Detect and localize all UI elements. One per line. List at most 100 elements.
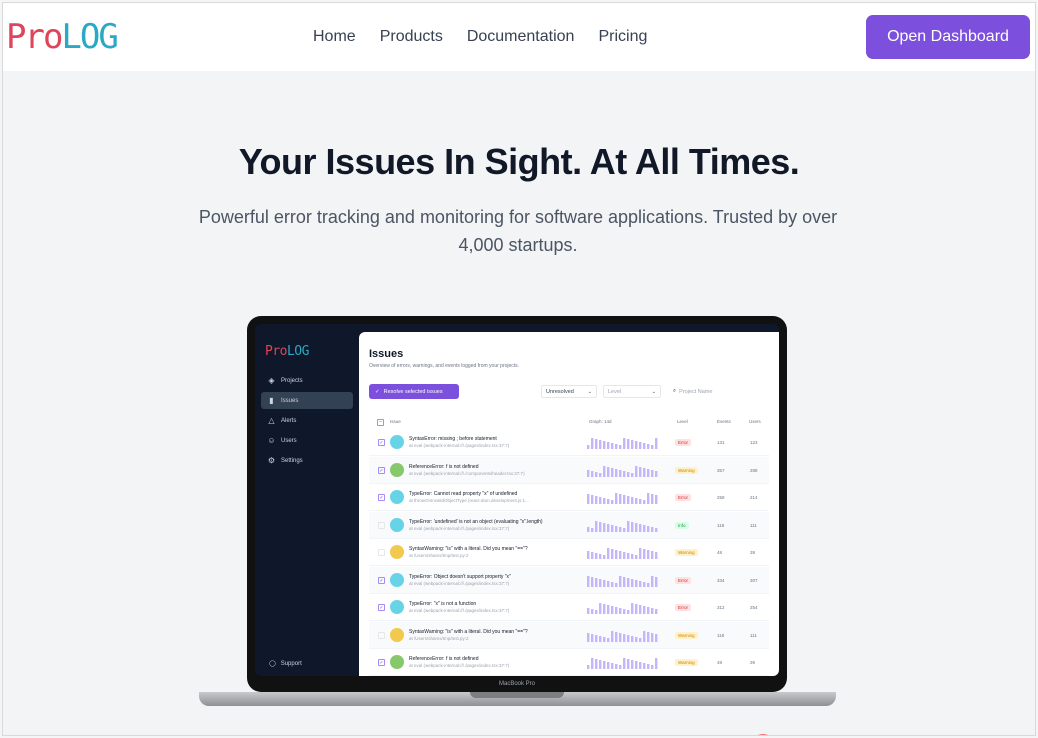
- events-sparkline: [587, 575, 658, 587]
- nav-pricing-link[interactable]: Pricing: [598, 25, 647, 49]
- project-search-input[interactable]: ⌕ Project Name: [669, 385, 769, 398]
- hero-title: Your Issues In Sight. At All Times.: [238, 141, 800, 182]
- app-logo: ProLOG: [265, 344, 309, 359]
- sparkline-bar: [587, 608, 590, 614]
- sparkline-bar: [627, 553, 630, 559]
- events-count: 258: [717, 495, 725, 500]
- sparkline-bar: [587, 632, 590, 642]
- sidebar-item-users[interactable]: ☺ Users: [261, 432, 353, 449]
- sparkline-bar: [647, 525, 650, 532]
- project-avatar-icon: [390, 655, 404, 669]
- app-logo-pro: Pro: [265, 344, 287, 359]
- row-checkbox[interactable]: ✓: [378, 494, 385, 501]
- row-checkbox[interactable]: ✓: [378, 631, 385, 639]
- issues-panel: Issues Overview of errors, warnings, and…: [359, 332, 779, 676]
- sparkline-bar: [655, 552, 658, 559]
- project-avatar-icon: [390, 572, 404, 587]
- sparkline-bar: [607, 466, 610, 477]
- events-count: 48: [717, 550, 723, 555]
- sparkline-bar: [615, 493, 618, 504]
- sparkline-bar: [587, 526, 590, 532]
- prolog-logo[interactable]: ProLOG: [6, 19, 119, 55]
- row-checkbox[interactable]: ✓: [378, 576, 385, 584]
- level-badge: Error: [675, 604, 691, 611]
- sparkline-bar: [603, 465, 606, 477]
- nav-home-link[interactable]: Home: [313, 25, 356, 49]
- events-sparkline: [587, 603, 658, 614]
- row-checkbox[interactable]: ✓: [378, 549, 385, 556]
- sparkline-bar: [623, 609, 626, 614]
- issue-title[interactable]: SyntaxError: missing ; before statement: [409, 436, 497, 442]
- issue-path: at eval (webpack-internal:///./pages/ind…: [409, 663, 510, 668]
- table-row[interactable]: ✓ SyntaxWarning: "is" with a literal. Did…: [369, 621, 769, 649]
- sparkline-bar: [623, 527, 626, 532]
- search-placeholder: Project Name: [679, 388, 713, 395]
- row-checkbox[interactable]: ✓: [378, 466, 385, 474]
- issue-title[interactable]: SyntaxWarning: "is" with a literal. Did …: [409, 629, 528, 635]
- sparkline-bar: [623, 470, 626, 477]
- sparkline-bar: [603, 555, 606, 559]
- row-checkbox[interactable]: ✓: [378, 521, 385, 529]
- sparkline-bar: [603, 661, 606, 669]
- sparkline-bar: [599, 603, 602, 614]
- table-row[interactable]: ✓ TypeError: Cannot read property "x" of …: [369, 484, 769, 511]
- row-checkbox[interactable]: ✓: [378, 604, 385, 611]
- events-sparkline: [587, 630, 658, 642]
- nav-products-link[interactable]: Products: [380, 25, 443, 49]
- sparkline-bar: [603, 636, 606, 642]
- issue-title[interactable]: ReferenceError: f is not defined: [409, 464, 478, 470]
- sparkline-bar: [603, 498, 606, 504]
- sparkline-bar: [643, 630, 646, 642]
- select-all-checkbox[interactable]: –: [377, 419, 384, 426]
- sparkline-bar: [655, 470, 658, 477]
- sparkline-bar: [627, 659, 630, 669]
- support-link[interactable]: ◯ Support: [269, 660, 302, 668]
- sparkline-bar: [599, 440, 602, 449]
- row-checkbox[interactable]: ✓: [378, 659, 385, 666]
- sparkline-bar: [611, 549, 614, 559]
- sparkline-bar: [631, 554, 634, 559]
- sparkline-bar: [595, 553, 598, 559]
- level-badge: Error: [675, 576, 691, 584]
- table-row[interactable]: ✓ ReferenceError: f is not defined at eval…: [369, 649, 769, 676]
- level-select[interactable]: Level ⌄: [603, 385, 661, 398]
- users-count: 39: [750, 660, 756, 665]
- sparkline-bar: [623, 552, 626, 559]
- resolve-selected-button[interactable]: ✓ Resolve selected issues: [369, 384, 459, 399]
- issue-title[interactable]: TypeError: Cannot read property "x" of u…: [409, 491, 517, 497]
- table-row[interactable]: ✓ SyntaxError: missing ; before statement…: [369, 429, 769, 456]
- sidebar-item-settings[interactable]: ⚙ Settings: [261, 452, 353, 469]
- sparkline-bar: [623, 576, 626, 587]
- sparkline-bar: [655, 633, 658, 642]
- row-checkbox[interactable]: ✓: [378, 439, 385, 446]
- table-row[interactable]: ✓ TypeError: Object doesn't support prope…: [369, 566, 769, 594]
- level-badge: Error: [675, 494, 691, 501]
- table-row[interactable]: ✓ ReferenceError: f is not defined at eval…: [369, 456, 769, 484]
- sparkline-bar: [627, 471, 630, 477]
- table-row[interactable]: ✓ TypeError: 'undefined' is not an object…: [369, 511, 769, 539]
- level-badge: Error: [675, 439, 691, 446]
- sparkline-bar: [611, 663, 614, 669]
- sidebar-item-alerts[interactable]: △ Alerts: [261, 412, 353, 429]
- table-row[interactable]: ✓ TypeError: "x" is not a function at eval…: [369, 594, 769, 621]
- issue-title[interactable]: TypeError: 'undefined' is not an object …: [409, 519, 543, 525]
- chat-icon: ◯: [269, 661, 276, 667]
- issue-title[interactable]: ReferenceError: f is not defined: [409, 656, 478, 662]
- sparkline-bar: [611, 524, 614, 532]
- issue-title[interactable]: TypeError: "x" is not a function: [409, 601, 476, 607]
- sparkline-bar: [599, 660, 602, 669]
- open-dashboard-button[interactable]: Open Dashboard: [866, 15, 1030, 59]
- sidebar-item-issues[interactable]: ▮ Issues: [261, 392, 353, 409]
- sparkline-bar: [655, 609, 658, 614]
- sparkline-bar: [591, 438, 594, 449]
- issue-title[interactable]: SyntaxWarning: "is" with a literal. Did …: [409, 546, 528, 552]
- sidebar-item-projects[interactable]: ◈ Projects: [261, 372, 353, 389]
- sparkline-bar: [619, 608, 622, 614]
- sparkline-bar: [607, 499, 610, 504]
- nav-documentation-link[interactable]: Documentation: [467, 25, 575, 49]
- status-select[interactable]: Unresolved ⌄: [541, 385, 597, 398]
- issue-path: at eval (webpack-internal:///./pages/ind…: [409, 608, 510, 613]
- table-row[interactable]: ✓ SyntaxWarning: "is" with a literal. Did…: [369, 539, 769, 566]
- sparkline-bar: [655, 438, 658, 449]
- issue-title[interactable]: TypeError: Object doesn't support proper…: [409, 574, 511, 580]
